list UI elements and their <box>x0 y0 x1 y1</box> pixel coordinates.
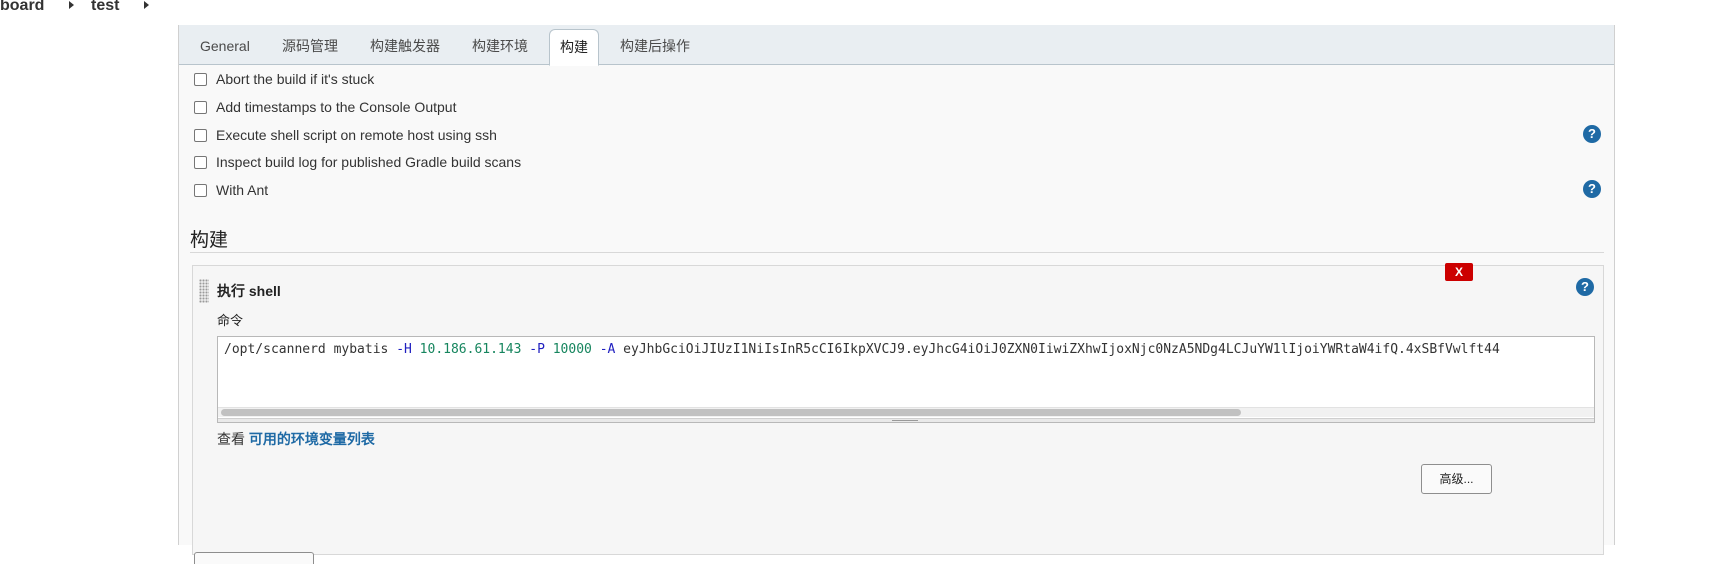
checkbox[interactable] <box>194 155 207 169</box>
tab-build-triggers[interactable]: 构建触发器 <box>370 25 440 65</box>
command-textarea[interactable]: /opt/scannerd mybatis -H 10.186.61.143 -… <box>217 336 1595 423</box>
env-vars-line: 查看 可用的环境变量列表 <box>217 429 375 449</box>
tab-build[interactable]: 构建 <box>549 29 599 66</box>
option-abort-stuck[interactable]: Abort the build if it's stuck <box>194 70 374 88</box>
checkbox[interactable] <box>194 100 207 114</box>
resize-grip-icon <box>892 420 918 422</box>
horizontal-scrollbar[interactable] <box>218 407 1594 417</box>
command-text: /opt/scannerd mybatis -H 10.186.61.143 -… <box>224 342 1500 357</box>
breadcrumb-job-test[interactable]: test <box>91 0 119 15</box>
config-panel: General 源码管理 构建触发器 构建环境 构建 构建后操作 Abort t… <box>178 25 1615 564</box>
delete-step-button[interactable]: X <box>1445 263 1473 281</box>
option-timestamps[interactable]: Add timestamps to the Console Output <box>194 98 456 116</box>
section-divider <box>190 252 1604 253</box>
env-vars-link[interactable]: 可用的环境变量列表 <box>249 431 375 447</box>
build-step-title: 执行 shell <box>217 283 281 299</box>
command-token: eyJhbGciOiJIUzI1NiIsInR5cCI6IkpXVCJ9.eyJ… <box>615 342 1500 357</box>
command-flag: -H <box>396 342 412 357</box>
command-ip: 10.186.61.143 <box>411 342 530 357</box>
option-remote-ssh[interactable]: Execute shell script on remote host usin… <box>194 126 497 144</box>
checkbox[interactable] <box>194 72 207 86</box>
tab-build-environment[interactable]: 构建环境 <box>472 25 528 65</box>
command-label: 命令 <box>217 313 244 328</box>
tab-source-code[interactable]: 源码管理 <box>282 25 338 65</box>
breadcrumb-chevron-icon[interactable] <box>144 1 149 9</box>
command-flag: -A <box>599 342 616 357</box>
checkbox[interactable] <box>194 183 207 197</box>
breadcrumb-dashboard[interactable]: board <box>0 0 44 15</box>
env-prefix: 查看 <box>217 431 245 447</box>
scrollbar-thumb[interactable] <box>221 409 1241 416</box>
tab-general[interactable]: General <box>200 25 250 65</box>
build-step-shell: 执行 shell X ? 命令 /opt/scannerd mybatis -H… <box>192 263 1604 555</box>
help-icon[interactable]: ? <box>1576 278 1594 296</box>
add-build-step-button[interactable] <box>194 552 314 564</box>
command-part: /opt/scannerd mybatis <box>224 342 397 357</box>
help-icon[interactable]: ? <box>1583 180 1601 198</box>
command-port: 10000 <box>544 342 600 357</box>
option-with-ant[interactable]: With Ant <box>194 181 268 199</box>
build-section-title: 构建 <box>190 230 229 251</box>
tab-post-build[interactable]: 构建后操作 <box>620 25 690 65</box>
option-gradle-scans[interactable]: Inspect build log for published Gradle b… <box>194 153 521 171</box>
checkbox[interactable] <box>194 128 207 142</box>
textarea-resize-handle[interactable] <box>218 418 1594 422</box>
help-icon[interactable]: ? <box>1583 125 1601 143</box>
drag-handle-icon[interactable] <box>199 279 209 303</box>
config-tab-bar: General 源码管理 构建触发器 构建环境 构建 构建后操作 <box>179 25 1614 66</box>
breadcrumb: board test <box>0 0 1718 22</box>
option-label: With Ant <box>216 182 269 198</box>
command-flag: -P <box>529 342 545 357</box>
option-label: Abort the build if it's stuck <box>216 71 375 87</box>
option-label: Execute shell script on remote host usin… <box>216 127 497 143</box>
option-label: Add timestamps to the Console Output <box>216 99 457 115</box>
advanced-button[interactable]: 高级... <box>1421 464 1492 494</box>
breadcrumb-chevron-icon[interactable] <box>69 1 74 9</box>
option-label: Inspect build log for published Gradle b… <box>216 154 522 170</box>
